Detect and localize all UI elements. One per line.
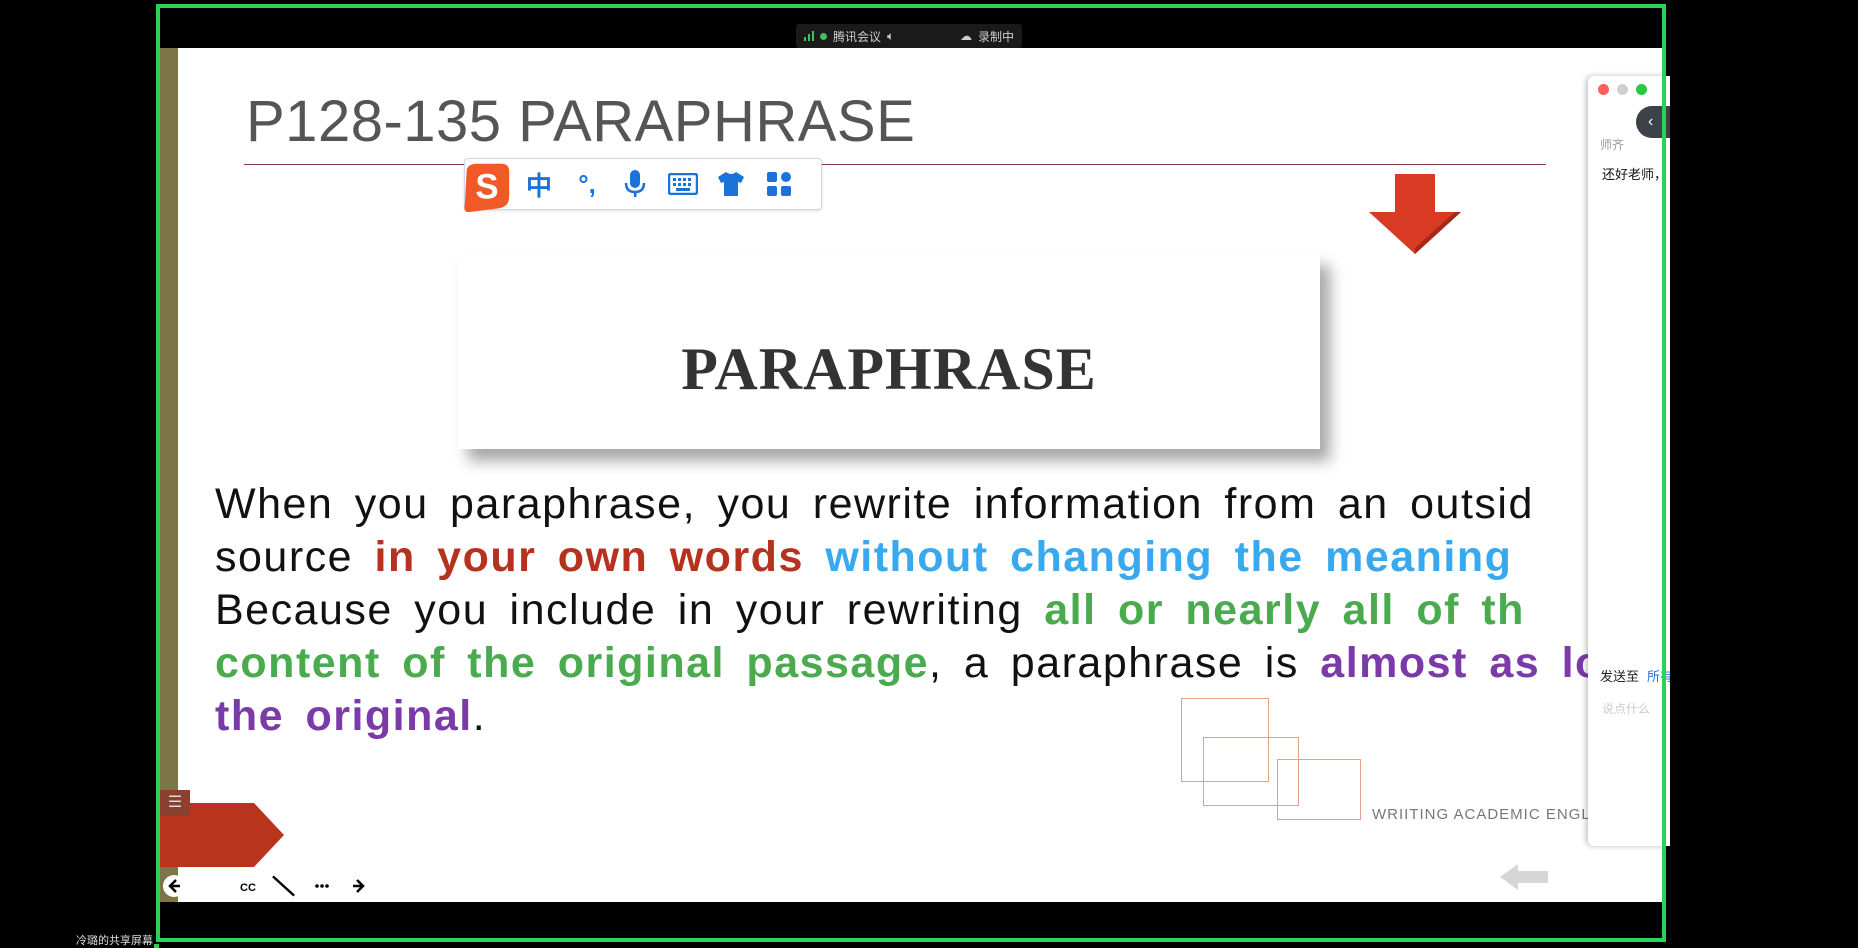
body-line-3: Because you include in your rewriting al… xyxy=(215,584,1640,637)
highlight-all-content-1: all or nearly all of th xyxy=(1044,586,1525,634)
frame-corner xyxy=(154,944,159,948)
card-title: PARAPHRASE xyxy=(681,336,1097,402)
minimize-icon[interactable] xyxy=(1617,84,1628,95)
highlight-own-words: in your own words xyxy=(374,533,804,581)
more-icon[interactable] xyxy=(308,872,335,899)
chat-message: 还好老师， xyxy=(1602,167,1668,182)
cloud-record-icon: ☁︎ xyxy=(959,29,972,43)
down-arrow-icon xyxy=(1365,174,1465,261)
chat-sender-name: 师齐 xyxy=(1600,138,1625,152)
maximize-icon[interactable] xyxy=(1636,84,1647,95)
svg-text:S: S xyxy=(475,169,498,207)
ime-punct-button[interactable]: °, xyxy=(563,164,611,204)
forward-icon[interactable] xyxy=(345,872,372,899)
keyboard-icon[interactable] xyxy=(659,164,707,204)
body-line-4: content of the original passage, a parap… xyxy=(215,637,1663,690)
grid-icon[interactable] xyxy=(755,164,803,204)
status-dot-icon xyxy=(820,32,827,40)
mic-icon[interactable] xyxy=(611,164,659,204)
body-line-3-prefix: Because you include in your rewriting xyxy=(215,586,1045,634)
cc-icon[interactable]: CC xyxy=(234,872,261,899)
window-controls xyxy=(1598,84,1647,95)
highlight-length-2: the original xyxy=(215,692,473,740)
send-to-label: 发送至 xyxy=(1600,669,1640,684)
svg-text:CC: CC xyxy=(240,882,256,894)
back-icon[interactable] xyxy=(160,872,187,899)
send-to-target[interactable]: 所有 xyxy=(1647,669,1670,684)
chat-panel: ‹ 师齐 还好老师， 发送至 所有 说点什么 xyxy=(1588,76,1670,846)
decor-square-3 xyxy=(1277,759,1361,820)
slide-body-text: When you paraphrase, you rewrite informa… xyxy=(215,478,1663,743)
meeting-app-name: 腾讯会议 xyxy=(833,29,882,44)
body-line-5-suffix: . xyxy=(472,692,487,740)
body-line-2-space xyxy=(804,533,825,581)
dim-left-arrow-icon xyxy=(1500,862,1550,897)
ime-lang-button[interactable]: 中 xyxy=(515,164,563,204)
body-line-4-mid: , a paraphrase is xyxy=(929,639,1321,687)
slide-footer: WRIITING ACADEMIC ENGLIS xyxy=(1372,806,1607,823)
body-line-1-text: When you paraphrase, you rewrite informa… xyxy=(215,480,1534,528)
body-line-5: the original. xyxy=(215,690,1640,743)
slide-title: P128-135 PARAPHRASE xyxy=(246,89,916,154)
presenter-toolbar: CC xyxy=(160,872,372,899)
recording-label: 录制中 xyxy=(977,29,1014,44)
shirt-icon[interactable] xyxy=(707,164,755,204)
signal-icon xyxy=(804,31,814,41)
paraphrase-card: PARAPHRASE xyxy=(458,253,1320,449)
chat-input[interactable]: 说点什么 xyxy=(1602,700,1650,717)
body-line-2-prefix: source xyxy=(215,533,375,581)
pen-icon[interactable] xyxy=(197,872,224,899)
close-icon[interactable] xyxy=(1598,84,1609,95)
speaker-icon[interactable]: 🔈︎ xyxy=(887,29,894,44)
video-off-icon[interactable] xyxy=(271,872,298,899)
slide-list-icon[interactable]: ☰ xyxy=(160,790,190,816)
body-line-2: source in your own words without changin… xyxy=(215,531,1640,584)
sogou-logo-icon[interactable]: S xyxy=(459,158,515,214)
chat-collapse-button[interactable]: ‹ xyxy=(1636,106,1670,138)
body-line-1: When you paraphrase, you rewrite informa… xyxy=(215,478,1640,531)
highlight-meaning: without changing the meaning xyxy=(825,533,1513,581)
meeting-status-bar: 腾讯会议 🔈︎ ☁︎ 录制中 xyxy=(796,24,1022,48)
share-screen-label: 冷璐的共享屏幕 xyxy=(76,935,153,947)
chat-send-to[interactable]: 发送至 所有 xyxy=(1600,666,1670,685)
ime-toolbar: S 中 °, xyxy=(464,158,822,213)
slide-left-bar xyxy=(160,48,178,902)
highlight-all-content-2: content of the original passage xyxy=(215,639,930,687)
slide: P128-135 PARAPHRASE S 中 °, PARAPHRASE Wh… xyxy=(160,48,1663,902)
title-rule xyxy=(244,164,1546,165)
